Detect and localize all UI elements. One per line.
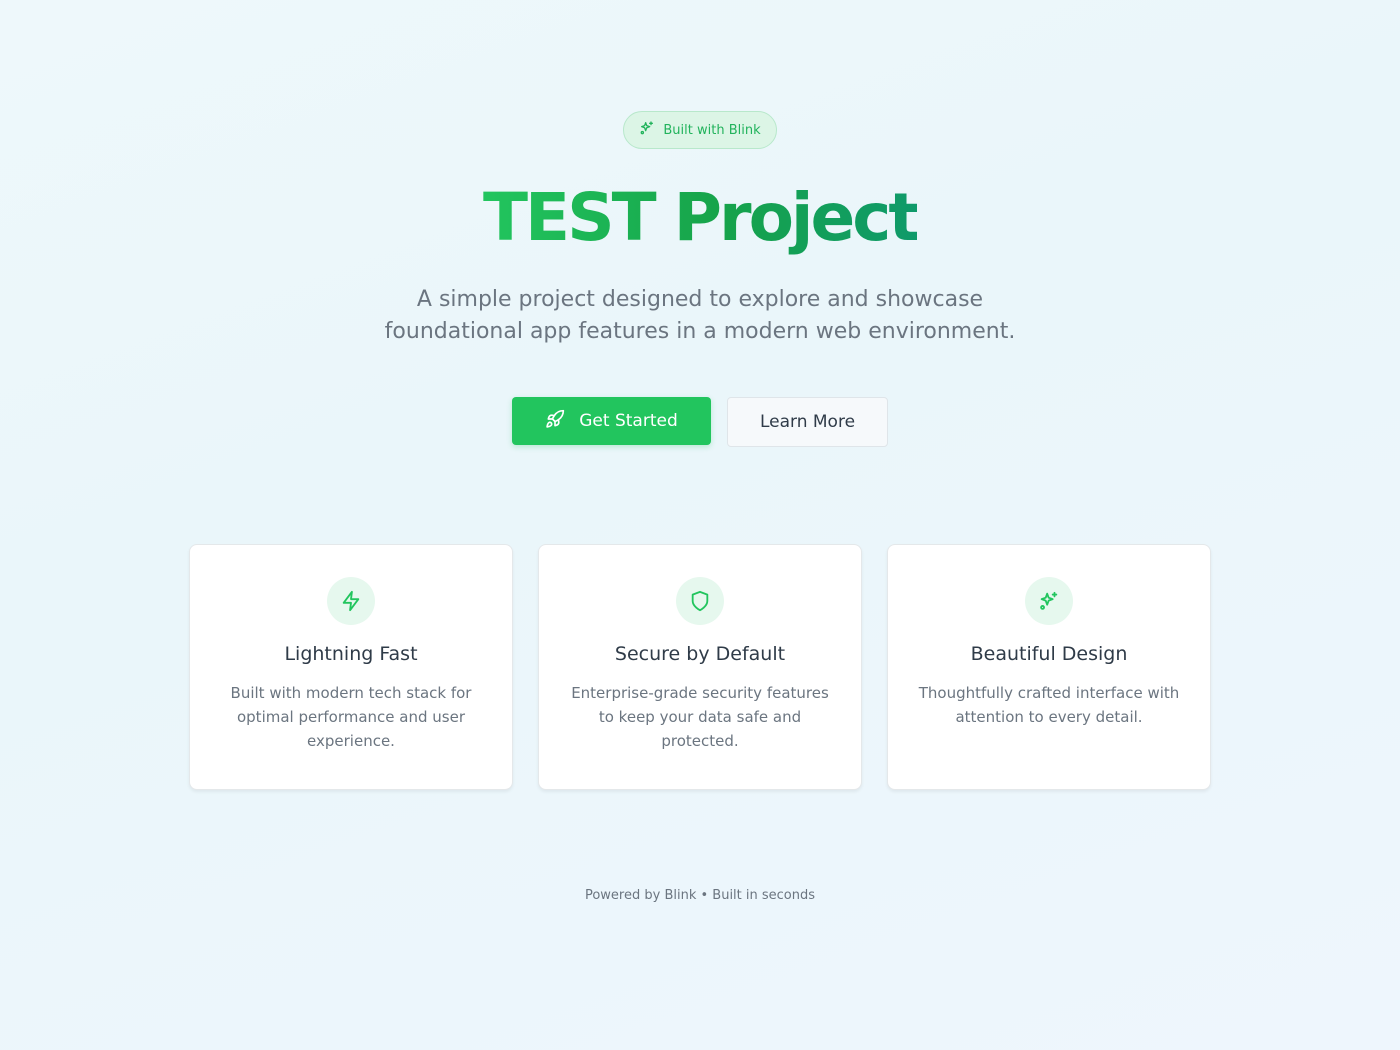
learn-more-button[interactable]: Learn More (727, 397, 888, 447)
feature-title: Beautiful Design (970, 643, 1128, 665)
rocket-icon (545, 409, 565, 434)
feature-card-secure-by-default: Secure by Default Enterprise-grade secur… (538, 544, 862, 790)
feature-description: Enterprise-grade security features to ke… (571, 684, 829, 750)
feature-description: Built with modern tech stack for optimal… (230, 684, 472, 750)
page-title: TEST Project (0, 176, 1400, 260)
feature-description: Thoughtfully crafted interface with atte… (918, 684, 1180, 726)
badge-label: Built with Blink (663, 122, 761, 138)
hero-subtitle: A simple project designed to explore and… (384, 287, 1016, 344)
feature-title: Lightning Fast (284, 643, 418, 665)
learn-more-label: Learn More (759, 412, 856, 432)
sparkles-icon (1025, 577, 1073, 625)
footer-text: Powered by Blink • Built in seconds (584, 888, 816, 903)
get-started-label: Get Started (579, 411, 678, 431)
feature-card-lightning-fast: Lightning Fast Built with modern tech st… (189, 544, 513, 790)
page-title-text: TEST Project (483, 179, 920, 256)
feature-title: Secure by Default (614, 643, 786, 665)
sparkles-icon (639, 120, 655, 140)
lightning-icon (327, 577, 375, 625)
get-started-button[interactable]: Get Started (512, 397, 711, 445)
feature-card-beautiful-design: Beautiful Design Thoughtfully crafted in… (887, 544, 1211, 790)
built-with-badge: Built with Blink (623, 111, 777, 149)
shield-icon (676, 577, 724, 625)
landing-page: Built with Blink TEST Project A simple p… (0, 0, 1400, 1050)
feature-cards: Lightning Fast Built with modern tech st… (189, 544, 1211, 790)
